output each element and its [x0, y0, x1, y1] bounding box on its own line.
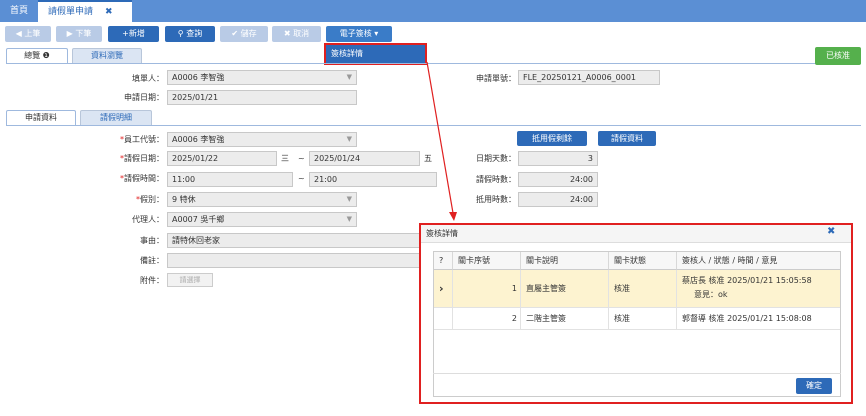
step-desc-cell: 直屬主管簽	[521, 270, 609, 307]
step-no-cell: 2	[453, 308, 521, 329]
leave-time-to-field[interactable]: 21:00	[309, 172, 437, 187]
date-range-tilde: ~	[298, 154, 305, 163]
reason-label: 事由：	[140, 236, 164, 245]
leave-info-button[interactable]: 請假資料	[598, 131, 656, 146]
offset-hours-label: 抵用時數：	[476, 195, 516, 204]
form-no-label: 申請單號：	[476, 74, 516, 83]
signer-cell: 郭督導 核准 2025/01/21 15:08:08	[682, 314, 812, 323]
dialog-footer-divider	[433, 373, 841, 374]
days-label: 日期天數：	[476, 154, 516, 163]
main-tabs-underline	[6, 63, 861, 64]
leave-type-label: *假別：	[80, 193, 164, 207]
emp-label-text: 員工代號：	[124, 135, 164, 144]
attach-select-button[interactable]: 請選擇	[167, 273, 213, 287]
leave-date-label-text: 請假日期：	[124, 154, 164, 163]
apply-date-label: 申請日期：	[124, 93, 164, 102]
used-leave-balance-button[interactable]: 抵用假剩餘	[517, 131, 587, 146]
weekday-to: 五	[424, 154, 432, 163]
save-label: 儲存	[240, 29, 257, 38]
reason-field[interactable]: 請特休回老家	[167, 233, 437, 248]
offset-hours-field[interactable]: 24:00	[518, 192, 598, 207]
col-header-step-desc[interactable]: 關卡說明	[521, 252, 609, 270]
next-record-button[interactable]: ▶ 下筆	[56, 26, 102, 42]
status-badge: 已核准	[815, 47, 861, 65]
search-icon: ⚲	[177, 29, 187, 38]
table-row[interactable]: 2 二階主管簽 核准 郭督導 核准 2025/01/21 15:08:08	[434, 308, 840, 330]
cancel-label: 取消	[293, 29, 310, 38]
agent-label: 代理人：	[132, 215, 164, 224]
remark-field[interactable]	[167, 253, 437, 268]
step-desc-cell: 二階主管簽	[521, 308, 609, 329]
dialog-header	[421, 225, 851, 243]
days-field[interactable]: 3	[518, 151, 598, 166]
tab-overview[interactable]: 總覽 ❶	[6, 48, 68, 63]
leave-hours-label: 請假時數：	[476, 175, 516, 184]
leave-time-label: *請假時間：	[80, 172, 164, 186]
save-button[interactable]: ✔ 儲存	[220, 26, 268, 42]
query-button[interactable]: ⚲ 查詢	[165, 26, 215, 42]
row-selected-marker: ›	[434, 270, 453, 307]
cancel-button[interactable]: ✖ 取消	[272, 26, 321, 42]
help-icon: ?	[434, 252, 453, 270]
tab-leave-application[interactable]: 請假單申請 ✖	[38, 0, 132, 22]
table-row[interactable]: › 1 直屬主管簽 核准 蔡店長 核准 2025/01/21 15:05:58 …	[434, 270, 840, 308]
tab-data-browse[interactable]: 資料瀏覽	[72, 48, 142, 63]
leave-time-label-text: 請假時間：	[124, 174, 164, 183]
sign-details-dialog: 簽核詳情 ✖ ? 關卡序號 關卡說明 關卡狀態 簽核人 / 狀態 / 時間 / …	[419, 223, 853, 404]
dialog-title: 簽核詳情	[426, 229, 458, 238]
add-button[interactable]: +新增	[108, 26, 159, 42]
time-range-tilde: ~	[298, 174, 305, 183]
col-header-step-no[interactable]: 關卡序號	[453, 252, 521, 270]
tab-leave-application-label: 請假單申請	[48, 7, 94, 17]
prev-record-button[interactable]: ◀ 上筆	[5, 26, 51, 42]
tab-application-data[interactable]: 申請資料	[6, 110, 76, 125]
chevron-down-icon: ▼	[346, 135, 352, 143]
close-icon[interactable]: ✖	[827, 226, 835, 237]
col-header-signer[interactable]: 簽核人 / 狀態 / 時間 / 意見	[677, 252, 840, 270]
tab-home[interactable]: 首頁	[0, 0, 38, 22]
leave-time-from-field[interactable]: 11:00	[167, 172, 293, 187]
chevron-down-icon: ▼	[346, 195, 352, 203]
col-header-step-status[interactable]: 關卡狀態	[609, 252, 677, 270]
close-icon[interactable]: ✖	[105, 7, 113, 17]
filler-label: 填單人：	[132, 74, 164, 83]
agent-field[interactable]: A0007 吳千鄉 ▼	[167, 212, 357, 227]
leave-type-value: 9 特休	[172, 195, 196, 204]
chevron-down-icon: ▼	[346, 73, 352, 81]
check-icon: ✔	[231, 29, 241, 38]
remark-label: 備註：	[140, 256, 164, 265]
cancel-x-icon: ✖	[283, 29, 294, 38]
leave-date-label: *請假日期：	[80, 152, 164, 166]
leave-date-from-field[interactable]: 2025/01/22	[167, 151, 277, 166]
signer-cell: 蔡店長 核准 2025/01/21 15:05:58	[682, 276, 812, 285]
leave-type-field[interactable]: 9 特休 ▼	[167, 192, 357, 207]
filler-field[interactable]: A0006 李智強 ▼	[167, 70, 357, 85]
filler-value: A0006 李智強	[172, 73, 225, 82]
apply-date-field[interactable]: 2025/01/21	[167, 90, 357, 105]
step-no-cell: 1	[453, 270, 521, 307]
opinion-cell: 意見：ok	[694, 290, 728, 299]
esign-dropdown-button[interactable]: 電子簽核 ▾	[326, 26, 392, 42]
step-status-cell: 核准	[609, 270, 677, 307]
form-no-field[interactable]: FLE_20250121_A0006_0001	[518, 70, 660, 85]
chevron-down-icon: ▼	[346, 215, 352, 223]
leave-hours-field[interactable]: 24:00	[518, 172, 598, 187]
emp-value: A0006 李智強	[172, 135, 225, 144]
sign-details-grid: ? 關卡序號 關卡說明 關卡狀態 簽核人 / 狀態 / 時間 / 意見 › 1 …	[433, 251, 841, 397]
row-marker-cell	[434, 308, 453, 329]
leave-type-label-text: 假別：	[140, 195, 164, 204]
query-label: 查詢	[186, 29, 203, 38]
weekday-from: 三	[281, 154, 289, 163]
attach-label: 附件：	[140, 276, 164, 285]
esign-menu-item-sign-details[interactable]: 簽核詳情	[324, 43, 427, 65]
step-status-cell: 核准	[609, 308, 677, 329]
agent-value: A0007 吳千鄉	[172, 215, 225, 224]
tab-leave-details[interactable]: 請假明細	[80, 110, 152, 125]
ok-button[interactable]: 確定	[796, 378, 832, 394]
sub-tabs-underline	[6, 125, 861, 126]
emp-field[interactable]: A0006 李智強 ▼	[167, 132, 357, 147]
leave-date-to-field[interactable]: 2025/01/24	[309, 151, 420, 166]
emp-label: *員工代號：	[80, 133, 164, 147]
